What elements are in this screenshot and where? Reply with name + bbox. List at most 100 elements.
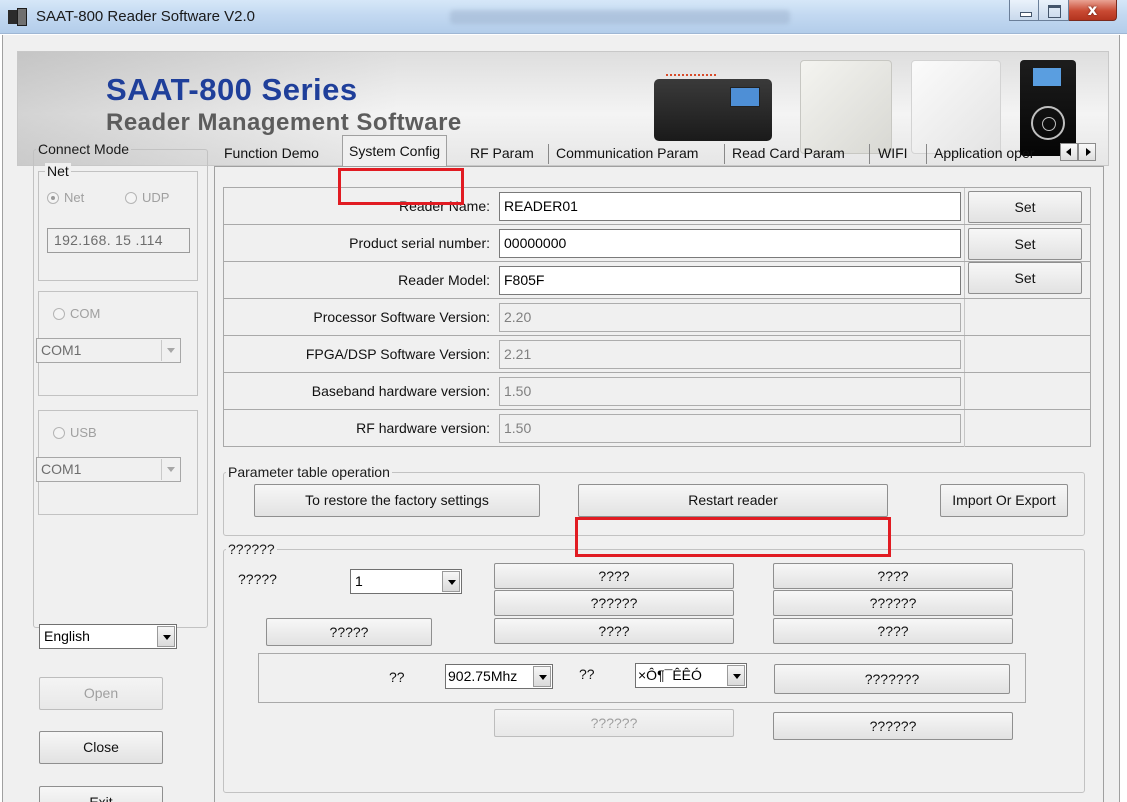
com-group: COM COM1 xyxy=(36,291,198,396)
tab-function-demo[interactable]: Function Demo xyxy=(220,140,323,166)
mode-select[interactable]: ×Ô¶¯ÊÊÓ xyxy=(635,663,747,688)
test-button-disabled[interactable]: ?????? xyxy=(494,709,734,737)
config-label: Baseband hardware version: xyxy=(311,383,490,399)
frequency-group: ?? 902.75Mhz ?? ×Ô¶¯ÊÊÓ ??????? xyxy=(258,653,1026,703)
title-bar: SAAT-800 Reader Software V2.0 x xyxy=(0,0,1127,34)
radio-selected-icon xyxy=(47,191,59,204)
close-window-button[interactable]: x xyxy=(1069,0,1117,21)
close-icon: x xyxy=(1087,1,1098,19)
window-controls: x xyxy=(1009,0,1117,22)
tab-read-card-param[interactable]: Read Card Param xyxy=(728,140,849,166)
tab-strip: Function Demo System Config RF Param Com… xyxy=(214,135,1104,166)
config-label: Processor Software Version: xyxy=(313,309,490,325)
parameter-table-group: Parameter table operation To restore the… xyxy=(223,464,1085,536)
chevron-down-icon xyxy=(727,665,745,686)
config-row: Processor Software Version: 2.20 xyxy=(223,298,1091,336)
config-label: Reader Name: xyxy=(398,198,490,214)
serial-number-input[interactable]: 00000000 xyxy=(499,229,961,258)
mode-label: ?? xyxy=(579,666,595,682)
set-serial-number-button[interactable]: Set xyxy=(968,228,1082,260)
config-row: Reader Model: F805F Set xyxy=(223,261,1091,299)
tab-application-oper[interactable]: Application oper xyxy=(930,140,1068,166)
usb-group: USB COM1 xyxy=(36,410,198,515)
test-count-select[interactable]: 1 xyxy=(350,569,462,594)
reader-model-input[interactable]: F805F xyxy=(499,266,961,295)
scroll-right-icon[interactable] xyxy=(1078,143,1096,161)
test-button-b1[interactable]: ???? xyxy=(773,563,1013,589)
open-button[interactable]: Open xyxy=(39,677,163,710)
frequency-label: ?? xyxy=(389,669,405,685)
connect-mode-group: Connect Mode Net Net UDP 192.168. 15 .11… xyxy=(33,141,208,628)
language-select[interactable]: English xyxy=(39,624,177,649)
test-button-d2[interactable]: ?????? xyxy=(773,712,1013,740)
tab-communication-param[interactable]: Communication Param xyxy=(552,140,702,166)
scroll-left-icon[interactable] xyxy=(1060,143,1078,161)
net-radio[interactable]: Net xyxy=(47,190,84,205)
reader-name-input[interactable]: READER01 xyxy=(499,192,961,221)
connect-mode-legend: Connect Mode xyxy=(38,141,130,157)
processor-version-field: 2.20 xyxy=(499,303,961,332)
banner-title: SAAT-800 Series xyxy=(106,72,358,107)
chevron-down-icon xyxy=(161,459,179,480)
config-row: Baseband hardware version: 1.50 xyxy=(223,372,1091,410)
app-icon xyxy=(8,8,28,26)
banner-subtitle: Reader Management Software xyxy=(106,109,462,136)
config-row: FPGA/DSP Software Version: 2.21 xyxy=(223,335,1091,373)
config-label: Reader Model: xyxy=(398,272,490,288)
config-row: RF hardware version: 1.50 xyxy=(223,409,1091,447)
close-button[interactable]: Close xyxy=(39,731,163,764)
test-button-a3[interactable]: ???? xyxy=(494,618,734,644)
usb-port-select[interactable]: COM1 xyxy=(36,457,181,482)
test-button-b3[interactable]: ???? xyxy=(773,618,1013,644)
udp-radio[interactable]: UDP xyxy=(125,190,169,205)
com-radio[interactable]: COM xyxy=(53,306,100,321)
set-reader-model-button[interactable]: Set xyxy=(968,262,1082,294)
fpga-dsp-version-field: 2.21 xyxy=(499,340,961,369)
import-export-button[interactable]: Import Or Export xyxy=(940,484,1068,517)
baseband-version-field: 1.50 xyxy=(499,377,961,406)
restore-factory-button[interactable]: To restore the factory settings xyxy=(254,484,540,517)
tab-system-config[interactable]: System Config xyxy=(342,135,448,166)
ip-address-field[interactable]: 192.168. 15 .114 xyxy=(47,228,190,253)
net-legend: Net xyxy=(45,163,71,179)
tab-scroll-arrows xyxy=(1060,143,1096,161)
radio-icon xyxy=(125,191,137,204)
tab-wifi[interactable]: WIFI xyxy=(874,140,912,166)
window-title: SAAT-800 Reader Software V2.0 xyxy=(36,8,256,25)
tab-rf-param[interactable]: RF Param xyxy=(466,140,538,166)
test-group: ?????? ????? 1 ???? ?????? ???? ???? ???… xyxy=(223,541,1085,793)
chevron-down-icon xyxy=(157,626,175,647)
test-button-b2[interactable]: ?????? xyxy=(773,590,1013,616)
test-button-a1[interactable]: ???? xyxy=(494,563,734,589)
test-label: ????? xyxy=(238,571,277,587)
parameter-table-legend: Parameter table operation xyxy=(228,464,390,480)
rf-hardware-version-field: 1.50 xyxy=(499,414,961,443)
window-client: SAAT-800 Series Reader Management Softwa… xyxy=(2,35,1120,802)
frequency-select[interactable]: 902.75Mhz xyxy=(445,664,553,689)
com-port-select[interactable]: COM1 xyxy=(36,338,181,363)
background-window-title xyxy=(450,10,790,24)
chevron-down-icon xyxy=(533,666,551,687)
maximize-button[interactable] xyxy=(1039,0,1069,21)
usb-radio[interactable]: USB xyxy=(53,425,97,440)
exit-button[interactable]: Exit xyxy=(39,786,163,802)
net-group: Net Net UDP 192.168. 15 .114 xyxy=(38,163,198,281)
radio-icon xyxy=(53,307,65,320)
config-label: RF hardware version: xyxy=(356,420,490,436)
set-reader-name-button[interactable]: Set xyxy=(968,191,1082,223)
system-config-page: Reader Name: READER01 Set Product serial… xyxy=(214,166,1104,802)
test-button-c1[interactable]: ??????? xyxy=(774,664,1010,694)
chevron-down-icon xyxy=(161,340,179,361)
restart-reader-button[interactable]: Restart reader xyxy=(578,484,888,517)
test-group-legend: ?????? xyxy=(228,541,275,557)
chevron-down-icon xyxy=(442,571,460,592)
reader-device-image xyxy=(654,74,772,141)
test-button-left[interactable]: ????? xyxy=(266,618,432,646)
config-row: Product serial number: 00000000 Set xyxy=(223,224,1091,262)
radio-icon xyxy=(53,426,65,439)
config-label: FPGA/DSP Software Version: xyxy=(305,346,490,362)
config-label: Product serial number: xyxy=(349,235,490,251)
minimize-button[interactable] xyxy=(1009,0,1039,21)
config-row: Reader Name: READER01 Set xyxy=(223,187,1091,225)
test-button-a2[interactable]: ?????? xyxy=(494,590,734,616)
